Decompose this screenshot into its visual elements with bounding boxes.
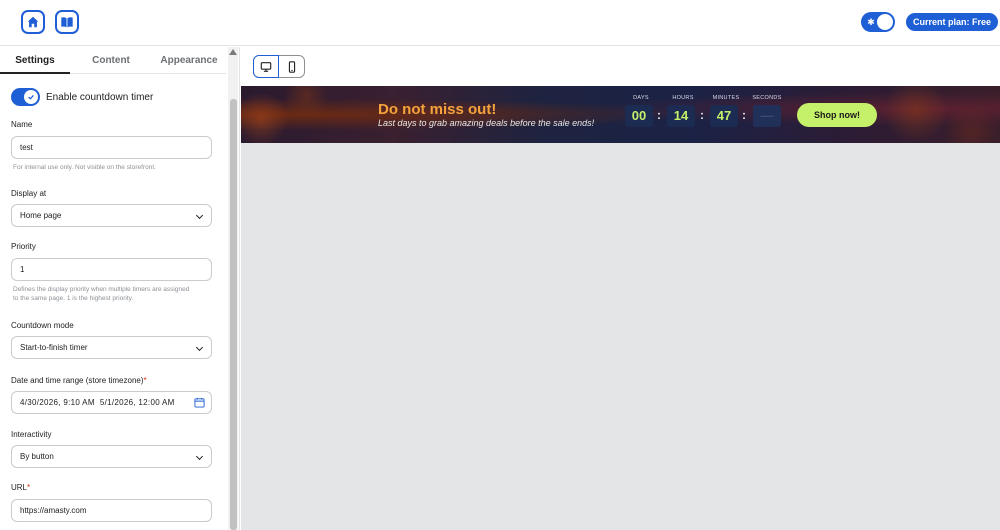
- banner-subtitle: Last days to grab amazing deals before t…: [378, 118, 595, 128]
- home-icon: [27, 16, 39, 28]
- enable-timer-label: Enable countdown timer: [46, 91, 154, 103]
- sidebar-tabs: Settings Content Appearance: [0, 47, 226, 74]
- shop-now-button[interactable]: Shop now!: [797, 103, 877, 127]
- name-label: Name: [11, 120, 33, 129]
- name-field[interactable]: test: [11, 136, 212, 159]
- enable-timer-row: Enable countdown timer: [11, 88, 153, 106]
- url-field[interactable]: https://amasty.com: [11, 499, 212, 522]
- home-button[interactable]: [21, 10, 45, 34]
- hours-value: 14: [667, 105, 695, 127]
- date-range-value: 4/30/2026, 9:10 AM 5/1/2026, 12:00 AM: [20, 398, 175, 407]
- seconds-label: SECONDS: [752, 95, 782, 101]
- date-range-field[interactable]: 4/30/2026, 9:10 AM 5/1/2026, 12:00 AM: [11, 391, 212, 414]
- smartphone-icon: [288, 60, 295, 73]
- countdown-mode-value: Start-to-finish timer: [20, 343, 88, 352]
- priority-help-text: Defines the display priority when multip…: [13, 286, 190, 302]
- preview-toolbar: [241, 47, 1000, 86]
- settings-sidebar: Settings Content Appearance Enable count…: [0, 47, 240, 530]
- countdown-mode-label: Countdown mode: [11, 321, 74, 330]
- priority-label: Priority: [11, 242, 36, 251]
- hours-label: HOURS: [672, 95, 694, 101]
- display-at-value: Home page: [20, 211, 62, 220]
- date-range-label: Date and time range (store timezone)*: [11, 376, 147, 385]
- pumpkin-decoration: [941, 106, 1000, 143]
- required-asterisk: *: [27, 483, 31, 492]
- minutes-label: MINUTES: [712, 95, 740, 101]
- interactivity-value: By button: [20, 452, 54, 461]
- url-label-text: URL: [11, 483, 28, 492]
- separator: :: [742, 108, 746, 122]
- sun-icon: ✱: [867, 17, 875, 27]
- display-at-select[interactable]: Home page: [11, 204, 212, 227]
- separator: :: [657, 108, 661, 122]
- chevron-down-icon: [195, 452, 204, 461]
- tab-content[interactable]: Content: [76, 47, 146, 74]
- enable-toggle-knob: [24, 90, 38, 104]
- preview-canvas: Do not miss out! Last days to grab amazi…: [241, 86, 1000, 530]
- countdown-banner: Do not miss out! Last days to grab amazi…: [241, 86, 1000, 143]
- days-label: DAYS: [633, 95, 649, 101]
- monitor-icon: [260, 61, 272, 72]
- desktop-view-button[interactable]: [254, 56, 280, 77]
- sidebar-scrollbar-thumb[interactable]: [230, 99, 237, 530]
- url-label: URL*: [11, 483, 30, 492]
- device-switcher: [253, 55, 305, 78]
- date-range-label-text: Date and time range (store timezone): [11, 376, 144, 385]
- days-value: 00: [625, 105, 653, 127]
- display-at-label: Display at: [11, 189, 47, 198]
- theme-toggle[interactable]: ✱: [861, 12, 895, 32]
- separator: :: [700, 108, 704, 122]
- tab-appearance[interactable]: Appearance: [153, 47, 225, 74]
- top-bar: ✱ Current plan: Free: [0, 0, 1000, 46]
- seconds-value: —: [753, 105, 781, 127]
- chevron-down-icon: [195, 343, 204, 352]
- theme-toggle-knob: [877, 14, 893, 30]
- name-help-text: For internal use only. Not visible on th…: [13, 164, 156, 171]
- countdown-mode-select[interactable]: Start-to-finish timer: [11, 336, 212, 359]
- docs-button[interactable]: [55, 10, 79, 34]
- calendar-icon[interactable]: [194, 397, 205, 408]
- scroll-up-arrow-icon[interactable]: [229, 49, 237, 55]
- interactivity-label: Interactivity: [11, 430, 52, 439]
- tab-settings[interactable]: Settings: [0, 47, 70, 74]
- check-icon: [28, 94, 34, 100]
- mobile-view-button[interactable]: [279, 56, 304, 77]
- enable-timer-toggle[interactable]: [11, 88, 40, 106]
- chevron-down-icon: [195, 211, 204, 220]
- current-plan-badge[interactable]: Current plan: Free: [906, 13, 999, 31]
- required-asterisk: *: [143, 376, 147, 385]
- book-icon: [61, 17, 73, 28]
- priority-field[interactable]: 1: [11, 258, 212, 281]
- minutes-value: 47: [710, 105, 738, 127]
- banner-title: Do not miss out!: [378, 101, 497, 118]
- interactivity-select[interactable]: By button: [11, 445, 212, 468]
